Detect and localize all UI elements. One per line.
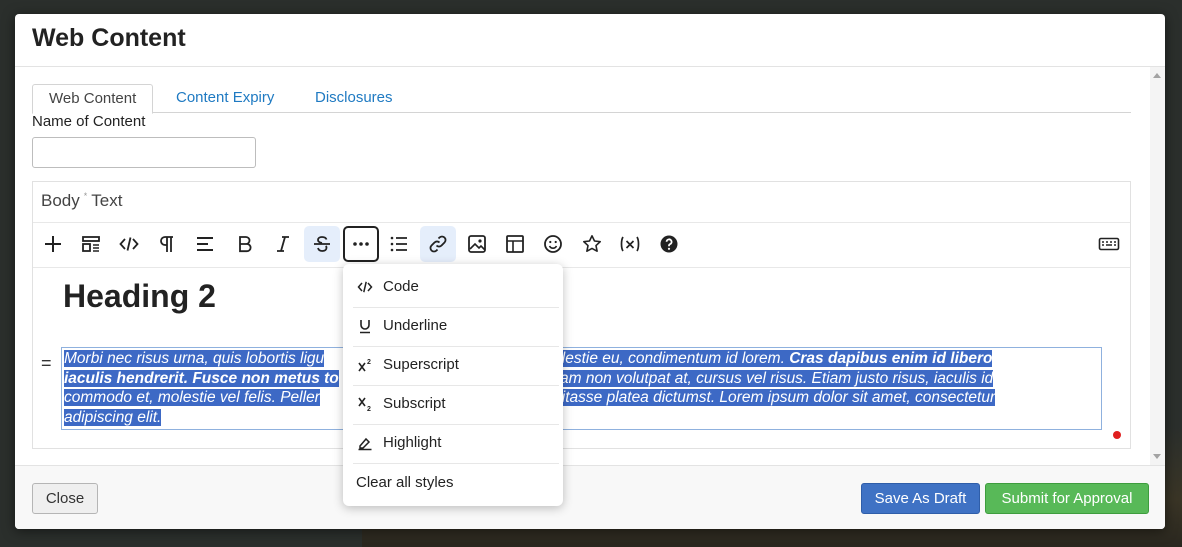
underline-icon <box>357 318 373 334</box>
variable-button[interactable] <box>612 226 648 262</box>
superscript-icon: 2 <box>357 357 373 373</box>
highlight-icon <box>357 435 373 451</box>
name-of-content-input[interactable] <box>32 137 256 168</box>
keyboard-shortcuts-button[interactable] <box>1091 226 1127 262</box>
source-code-button[interactable] <box>111 226 147 262</box>
subscript-icon: 2 <box>357 396 373 412</box>
tab-content-expiry[interactable]: Content Expiry <box>160 84 290 112</box>
code-icon <box>357 279 373 295</box>
scroll-down-arrow-icon[interactable] <box>1153 454 1161 459</box>
emoji-icon <box>544 235 562 253</box>
web-content-modal: Web Content Web Content Content Expiry D… <box>15 14 1165 529</box>
tab-disclosures[interactable]: Disclosures <box>299 84 409 112</box>
submit-for-approval-button[interactable]: Submit for Approval <box>985 483 1149 514</box>
paragraph-text-line2-bold: iaculis hendrerit. Fusce non metus to <box>64 369 339 387</box>
save-as-draft-button[interactable]: Save As Draft <box>861 483 980 514</box>
plus-icon <box>45 236 61 252</box>
menu-item-highlight-label: Highlight <box>383 434 442 451</box>
editor-label-body: Body <box>41 191 80 210</box>
more-options-icon <box>353 242 369 246</box>
content-heading[interactable]: Heading 2 <box>63 278 216 315</box>
menu-item-subscript[interactable]: 2 Subscript <box>343 384 563 423</box>
paragraph-text-line1b: s molestie eu, condimentum id lorem. <box>528 350 790 367</box>
tab-bar: Web Content Content Expiry Disclosures <box>32 84 1131 114</box>
svg-text:2: 2 <box>367 359 371 366</box>
block-layout-icon <box>82 236 100 252</box>
strikethrough-icon <box>314 236 330 252</box>
bullet-list-icon <box>390 236 407 252</box>
svg-text:2: 2 <box>367 406 371 412</box>
star-icon <box>583 235 601 252</box>
modal-header: Web Content <box>15 14 1165 67</box>
list-button[interactable] <box>381 226 417 262</box>
strikethrough-button[interactable] <box>304 226 340 262</box>
modal-scrollbar[interactable] <box>1150 67 1165 465</box>
close-button[interactable]: Close <box>32 483 98 514</box>
block-layout-button[interactable] <box>73 226 109 262</box>
table-icon <box>506 235 524 253</box>
link-button[interactable] <box>420 226 456 262</box>
menu-item-code[interactable]: Code <box>343 267 563 306</box>
menu-item-superscript[interactable]: 2 Superscript <box>343 345 563 384</box>
menu-item-subscript-label: Subscript <box>383 395 446 412</box>
paragraph-text-line1a: Morbi nec risus urna, quis lobortis ligu <box>64 350 325 367</box>
menu-item-clear-all-styles-label: Clear all styles <box>356 474 454 491</box>
more-text-options-button[interactable] <box>343 226 379 262</box>
paragraph-text-line4: adipiscing elit. <box>64 408 162 426</box>
align-button[interactable] <box>187 226 223 262</box>
editor-toolbar <box>33 222 1130 268</box>
paragraph-text-line3b: c habitasse platea dictumst. Lorem ipsum… <box>523 389 996 406</box>
link-icon <box>429 235 447 253</box>
name-of-content-label: Name of Content <box>32 113 146 130</box>
editor-content[interactable]: Heading 2 = Morbi nec risus urna, quis l… <box>33 268 1130 448</box>
menu-item-underline-label: Underline <box>383 317 448 334</box>
tab-web-content[interactable]: Web Content <box>32 84 154 114</box>
paragraph-text-line3a: commodo et, molestie vel felis. Peller <box>64 389 320 406</box>
menu-item-underline[interactable]: Underline <box>343 306 563 345</box>
special-characters-button[interactable] <box>574 226 610 262</box>
editor-label-text: Text <box>91 191 123 210</box>
bold-button[interactable] <box>227 226 263 262</box>
align-left-icon <box>197 237 213 251</box>
italic-button[interactable] <box>265 226 301 262</box>
insert-button[interactable] <box>35 226 71 262</box>
image-button[interactable] <box>459 226 495 262</box>
paragraph-text-line2b: quam non volutpat at, cursus vel risus. … <box>542 369 994 387</box>
help-icon <box>660 235 678 253</box>
menu-item-highlight[interactable]: Highlight <box>343 423 563 462</box>
modal-title: Web Content <box>32 24 186 52</box>
menu-item-clear-all-styles[interactable]: Clear all styles <box>343 463 563 502</box>
body-text-editor: Body * Text Heading 2 = Morbi nec risus … <box>32 181 1131 449</box>
text-style-dropdown: Code Underline 2 Superscript 2 Subscript… <box>343 264 563 506</box>
selected-paragraph[interactable]: Morbi nec risus urna, quis lobortis ligu… <box>61 347 1102 430</box>
help-button[interactable] <box>651 226 687 262</box>
italic-icon <box>277 236 289 252</box>
scroll-up-arrow-icon[interactable] <box>1153 73 1161 78</box>
paragraph-text-line1-bold: Cras dapibus enim id libero <box>789 350 993 367</box>
drag-handle-icon[interactable]: = <box>41 354 52 372</box>
keyboard-icon <box>1098 237 1120 251</box>
menu-item-superscript-label: Superscript <box>383 356 459 373</box>
modal-body[interactable]: Web Content Content Expiry Disclosures N… <box>15 67 1165 465</box>
menu-item-code-label: Code <box>383 278 419 295</box>
table-button[interactable] <box>497 226 533 262</box>
editor-label: Body * Text <box>41 191 122 211</box>
variable-icon <box>620 236 640 252</box>
paragraph-icon <box>160 236 173 252</box>
editor-label-separator: * <box>83 191 88 202</box>
status-indicator-dot <box>1113 431 1121 439</box>
emoji-button[interactable] <box>535 226 571 262</box>
bold-icon <box>239 236 252 253</box>
paragraph-button[interactable] <box>149 226 185 262</box>
modal-footer: Close Save As Draft Submit for Approval <box>15 465 1165 529</box>
image-icon <box>468 235 486 253</box>
source-code-icon <box>119 237 139 251</box>
